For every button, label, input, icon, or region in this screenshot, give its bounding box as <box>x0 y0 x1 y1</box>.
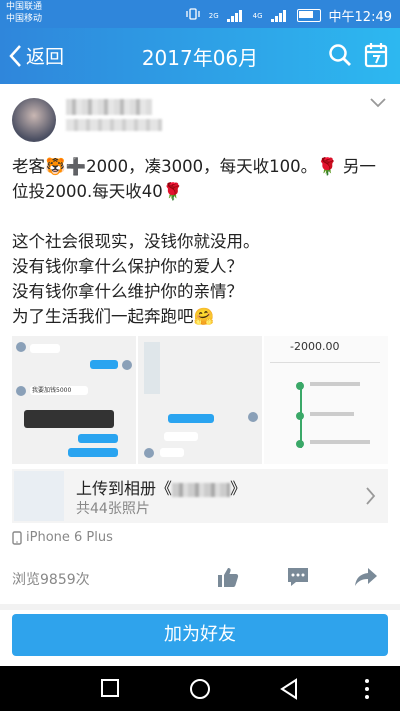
calendar-icon[interactable] <box>364 42 388 68</box>
view-count: 浏览9859次 <box>12 572 90 588</box>
battery-icon <box>296 9 321 22</box>
add-friend-button[interactable]: 加为好友 <box>12 614 388 656</box>
network-type-2: 4G <box>252 11 263 20</box>
signal-2-icon <box>270 9 289 22</box>
signal-1-icon <box>226 9 245 22</box>
photo-1[interactable]: 我要加钱5000 <box>12 336 136 464</box>
status-bar: 中国联通 中国移动 2G 4G 中午12:49 <box>0 0 400 28</box>
album-title-suffix: 》 <box>230 479 247 498</box>
comment-icon[interactable] <box>286 566 310 588</box>
back-nav-icon[interactable] <box>279 678 299 700</box>
divider <box>0 604 400 610</box>
post-line-2: 这个社会很现实，没钱你就没用。 <box>12 232 260 251</box>
photo-3[interactable]: -2000.00 <box>264 336 388 464</box>
carrier-1: 中国联通 <box>6 2 43 12</box>
photo-1-amount: 5000 <box>56 387 72 394</box>
post-line-5: 为了生活我们一起奔跑吧🤗 <box>12 307 215 326</box>
more-options-icon[interactable] <box>364 678 370 700</box>
status-icons: 2G 4G 中午12:49 <box>185 6 392 25</box>
network-type-1: 2G <box>208 11 219 20</box>
recent-apps-icon[interactable] <box>100 678 120 698</box>
album-photo-count: 共44张照片 <box>76 501 150 517</box>
album-title: 上传到相册《 》 <box>76 475 246 499</box>
like-thumb-icon[interactable] <box>216 566 240 588</box>
album-title-prefix: 上传到相册《 <box>76 479 173 498</box>
poster-name-blurred[interactable] <box>66 99 152 115</box>
status-time: 中午12:49 <box>328 10 392 25</box>
photo-3-amount: -2000.00 <box>290 340 340 353</box>
carrier-info: 中国联通 中国移动 <box>6 1 42 25</box>
chevron-down-icon[interactable] <box>370 98 386 108</box>
chevron-right-icon <box>366 487 376 505</box>
photo-2[interactable] <box>138 336 262 464</box>
share-icon[interactable] <box>354 566 378 588</box>
post-line-1: 老客🐯➕2000，凑3000，每天收100。🌹 另一位投2000.每天收40🌹 <box>12 157 376 201</box>
album-name-blurred <box>172 482 231 497</box>
avatar[interactable] <box>12 98 56 142</box>
album-link[interactable]: 上传到相册《 》 共44张照片 <box>12 469 388 523</box>
photo-grid: 我要加钱5000 -2000.00 <box>12 336 388 464</box>
search-icon[interactable] <box>328 43 352 67</box>
post-line-4: 没有钱你拿什么维护你的亲情？ <box>12 282 243 301</box>
carrier-2: 中国移动 <box>6 14 43 24</box>
post-line-3: 没有钱你拿什么保护你的爱人？ <box>12 257 243 276</box>
phone-icon <box>12 530 22 545</box>
system-nav-bar <box>0 666 400 711</box>
post-text: 老客🐯➕2000，凑3000，每天收100。🌹 另一位投2000.每天收40🌹 … <box>12 154 388 329</box>
poster-subtitle-blurred <box>66 119 162 131</box>
home-icon[interactable] <box>189 678 211 700</box>
vibrate-icon <box>185 7 201 24</box>
album-thumbnail <box>14 471 64 521</box>
header-bar: 返回 2017年06月 <box>0 28 400 84</box>
device-source: iPhone 6 Plus <box>12 530 113 545</box>
device-label: iPhone 6 Plus <box>26 530 113 545</box>
